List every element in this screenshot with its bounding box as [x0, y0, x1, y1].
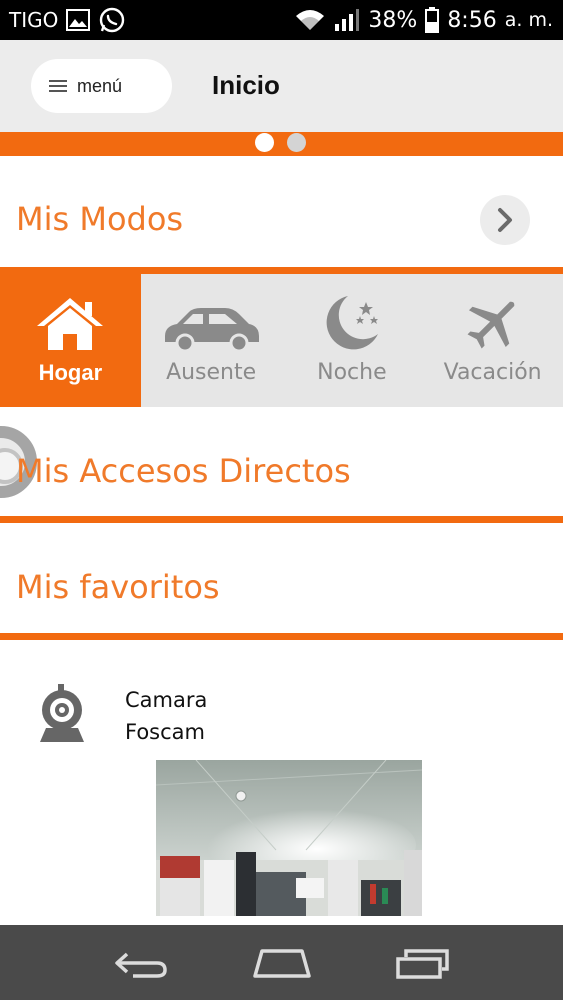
- moon-icon: [322, 274, 382, 352]
- mode-label: Vacación: [443, 360, 542, 385]
- favorite-name-line2: Foscam: [125, 720, 205, 744]
- home-button[interactable]: [242, 938, 322, 988]
- clock-ampm: a. m.: [504, 9, 553, 31]
- favorites-divider: [0, 633, 563, 640]
- recents-button[interactable]: [383, 938, 463, 988]
- mode-vacacion[interactable]: Vacación: [422, 274, 563, 407]
- shortcuts-divider: [0, 516, 563, 523]
- mode-hogar[interactable]: Hogar: [0, 274, 141, 407]
- page-title: Inicio: [212, 70, 280, 100]
- page-dot-1[interactable]: [255, 132, 274, 152]
- status-right: 38% 8:56 a. m.: [294, 7, 563, 33]
- app-header: menú Inicio: [0, 40, 563, 132]
- modes-row: Hogar Ausente Noche Vacación: [0, 274, 563, 407]
- status-left: TIGO: [0, 6, 126, 34]
- battery-icon: [425, 7, 440, 33]
- house-icon: [35, 274, 105, 352]
- menu-label: menú: [77, 75, 123, 96]
- mode-label: Hogar: [38, 360, 103, 385]
- whatsapp-icon: [98, 6, 126, 34]
- chevron-right-icon: [498, 208, 512, 232]
- modes-section-title: Mis Modos: [16, 200, 184, 238]
- camera-preview[interactable]: [156, 760, 422, 916]
- camera-icon[interactable]: [38, 684, 86, 748]
- hamburger-icon: [49, 80, 67, 92]
- favorite-item-name[interactable]: Camara Foscam: [125, 684, 207, 748]
- car-icon: [161, 274, 261, 352]
- airplane-icon: [463, 274, 523, 352]
- mode-label: Noche: [317, 360, 387, 385]
- home-icon: [252, 948, 311, 978]
- status-bar: TIGO 38% 8:56 a. m.: [0, 0, 563, 40]
- wifi-icon: [294, 8, 326, 32]
- mode-label: Ausente: [166, 360, 257, 385]
- recents-icon: [395, 948, 449, 979]
- mode-noche[interactable]: Noche: [282, 274, 423, 407]
- modes-divider: [0, 267, 563, 274]
- favorites-section-title: Mis favoritos: [16, 568, 220, 606]
- system-navbar: [0, 925, 563, 1000]
- shortcuts-section-title: Mis Accesos Directos: [16, 452, 351, 490]
- back-button[interactable]: [101, 938, 181, 988]
- favorite-name-line1: Camara: [125, 688, 208, 712]
- mode-ausente[interactable]: Ausente: [141, 274, 282, 407]
- menu-button[interactable]: menú: [31, 59, 172, 113]
- clock-time: 8:56: [447, 7, 497, 33]
- signal-icon: [334, 8, 360, 32]
- modes-more-button[interactable]: [480, 195, 530, 245]
- page-indicator: [255, 132, 306, 152]
- battery-percent: 38%: [368, 7, 418, 33]
- image-icon: [66, 9, 91, 31]
- carrier-label: TIGO: [9, 8, 59, 32]
- app-screen: TIGO 38% 8:56 a. m. menú Inicio Mis Modo…: [0, 0, 563, 1000]
- back-icon: [114, 952, 167, 978]
- page-dot-2[interactable]: [287, 132, 306, 152]
